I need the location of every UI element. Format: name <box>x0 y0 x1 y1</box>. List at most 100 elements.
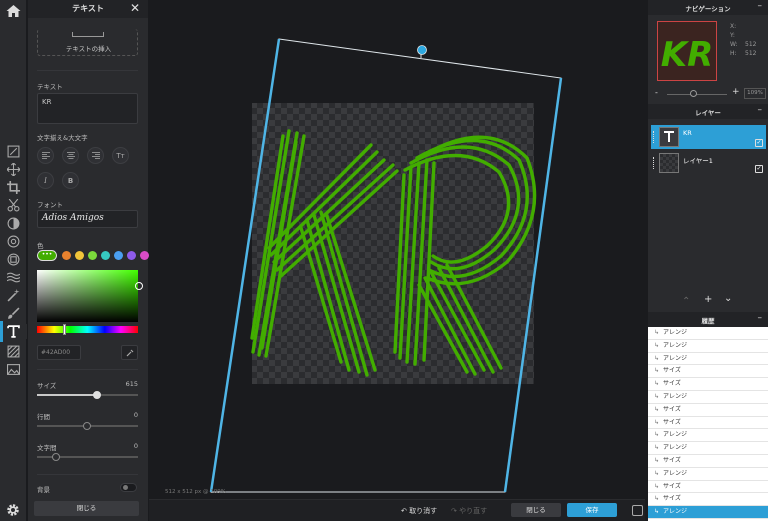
gradient-handle[interactable] <box>135 282 143 290</box>
drag-handle[interactable] <box>653 131 655 143</box>
color-swatch[interactable] <box>101 251 110 260</box>
align-center-icon <box>66 152 75 159</box>
history-item[interactable]: ↳ アレンジ <box>648 391 768 404</box>
layer-item[interactable]: KR ✓ <box>651 125 766 149</box>
history-arrow-icon: ↳ <box>654 341 660 349</box>
wave-icon[interactable] <box>6 270 21 285</box>
color-swatch[interactable] <box>140 251 149 260</box>
hue-slider[interactable] <box>37 324 138 335</box>
history-item[interactable]: ↳ アレンジ <box>648 353 768 366</box>
navigation-thumbnail[interactable]: KR <box>657 21 717 81</box>
layer-item[interactable]: レイヤー1 ✓ <box>651 151 766 175</box>
color-swatch[interactable] <box>127 251 136 260</box>
close-button[interactable]: 閉じる <box>511 503 561 517</box>
filter-icon[interactable] <box>6 234 21 249</box>
history-item[interactable]: ↳ アレンジ <box>648 327 768 340</box>
redo-button[interactable]: ↷ やり直す <box>451 506 487 516</box>
history-header: 履歴 – <box>648 312 768 327</box>
align-center-button[interactable] <box>62 147 79 164</box>
undo-button[interactable]: ↶ 取り消す <box>401 506 437 516</box>
history-item[interactable]: ↳ サイズ <box>648 493 768 507</box>
visibility-checkbox[interactable]: ✓ <box>755 139 763 147</box>
letter-spacing-thumb[interactable] <box>52 453 60 461</box>
image-icon[interactable] <box>6 362 21 377</box>
history-arrow-icon: ↳ <box>654 495 660 503</box>
history-item[interactable]: ↳ サイズ <box>648 455 768 468</box>
zoom-out-button[interactable]: - <box>655 88 658 97</box>
crop-icon[interactable] <box>6 180 21 195</box>
align-left-button[interactable] <box>37 147 54 164</box>
gear-icon[interactable] <box>6 503 20 517</box>
text-input[interactable]: KR <box>37 93 138 124</box>
contrast-icon[interactable] <box>6 216 21 231</box>
history-label: アレンジ <box>663 444 688 452</box>
text-tool-icon[interactable] <box>0 321 27 342</box>
canvas-stage[interactable] <box>149 0 645 500</box>
history-item[interactable]: ↳ サイズ <box>648 481 768 494</box>
history-item[interactable]: ↳ アレンジ <box>648 442 768 455</box>
eyedropper-button[interactable] <box>121 345 138 360</box>
align-right-button[interactable] <box>87 147 104 164</box>
hex-input[interactable]: #42AD00 <box>37 345 81 360</box>
collapse-icon[interactable]: – <box>758 105 763 115</box>
size-fill <box>37 394 97 396</box>
background-toggle[interactable] <box>120 483 137 492</box>
move-down-icon[interactable]: ⌄ <box>724 293 732 304</box>
rotate-handle[interactable] <box>417 45 427 55</box>
drag-handle[interactable] <box>653 157 655 169</box>
bold-button[interactable]: B <box>62 172 79 189</box>
zoom-in-button[interactable]: + <box>732 87 740 97</box>
collapse-icon[interactable]: – <box>758 1 763 11</box>
history-item[interactable]: ↳ サイズ <box>648 378 768 391</box>
adjust-icon[interactable] <box>6 144 21 159</box>
font-select[interactable]: Adios Amigos <box>37 210 138 228</box>
size-label: サイズ <box>37 382 57 390</box>
zoom-value[interactable]: 109% <box>744 88 766 99</box>
color-swatch[interactable] <box>114 251 123 260</box>
history-item[interactable]: ↳ サイズ <box>648 404 768 417</box>
uppercase-button[interactable]: Tт <box>112 147 129 164</box>
thumbnail-kr: KR <box>661 35 714 75</box>
wand-icon[interactable] <box>6 288 21 303</box>
history-item[interactable]: ↳ サイズ <box>648 417 768 430</box>
collapse-icon[interactable]: – <box>758 313 763 323</box>
visibility-checkbox[interactable]: ✓ <box>755 165 763 173</box>
line-spacing-value: 0 <box>133 411 138 419</box>
italic-button[interactable]: I <box>37 172 54 189</box>
history-arrow-icon: ↳ <box>654 367 660 375</box>
cut-icon[interactable] <box>6 198 21 213</box>
frame-icon[interactable] <box>6 252 21 267</box>
layers-title: レイヤー <box>695 109 721 117</box>
insert-text-button[interactable]: テキストの挿入 <box>37 29 138 56</box>
hue-handle[interactable] <box>63 324 66 335</box>
color-swatch[interactable] <box>62 251 71 260</box>
color-swatch[interactable] <box>88 251 97 260</box>
save-button[interactable]: 保存 <box>567 503 617 517</box>
size-value: 615 <box>125 380 138 388</box>
add-layer-icon[interactable]: + <box>704 294 712 305</box>
history-arrow-icon: ↳ <box>654 392 660 400</box>
move-icon[interactable] <box>6 162 21 177</box>
w-row: W: 512 <box>730 40 756 49</box>
history-item[interactable]: ↳ アレンジ <box>648 506 768 519</box>
current-color-swatch[interactable]: ••• <box>37 250 57 261</box>
history-item[interactable]: ↳ アレンジ <box>648 429 768 443</box>
size-thumb[interactable] <box>93 391 101 399</box>
close-icon[interactable]: ✕ <box>130 1 140 15</box>
color-gradient-picker[interactable] <box>37 270 143 322</box>
navigation-header: ナビゲーション – <box>648 0 768 15</box>
line-spacing-thumb[interactable] <box>83 422 91 430</box>
pattern-icon[interactable] <box>6 344 21 359</box>
move-up-icon[interactable]: ⌃ <box>682 296 690 307</box>
panel-toggle-icon[interactable] <box>632 505 643 516</box>
close-text-panel-button[interactable]: 閉じる <box>34 501 139 516</box>
history-item[interactable]: ↳ アレンジ <box>648 340 768 353</box>
zoom-thumb[interactable] <box>689 90 697 97</box>
color-swatch[interactable] <box>75 251 84 260</box>
home-icon[interactable] <box>5 4 22 18</box>
history-item[interactable]: ↳ サイズ <box>648 365 768 379</box>
layers-header: レイヤー – <box>648 104 768 119</box>
canvas-area[interactable]: 512 x 512 px @ 109% <box>149 0 645 521</box>
brush-icon[interactable] <box>6 306 21 321</box>
history-item[interactable]: ↳ アレンジ <box>648 468 768 481</box>
